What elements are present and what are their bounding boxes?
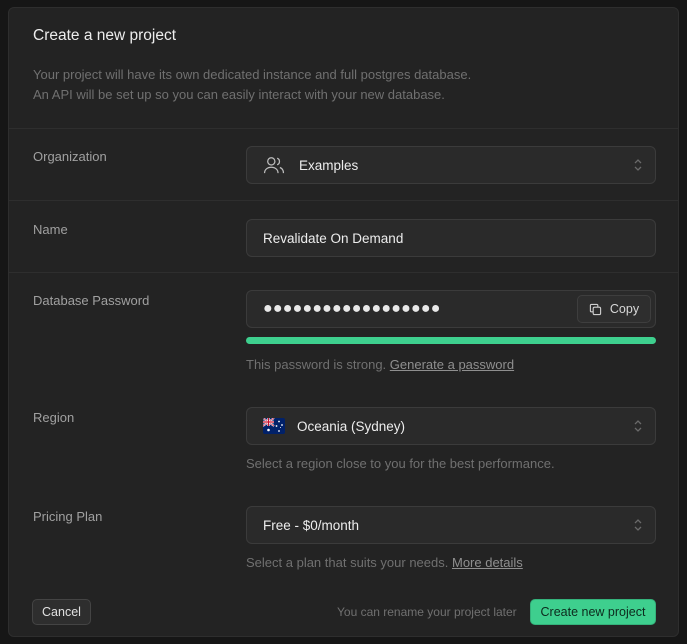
region-label: Region (33, 410, 75, 425)
divider (9, 200, 678, 201)
rename-note: You can rename your project later (337, 605, 517, 619)
password-input[interactable]: ●●●●●●●●●●●●●●●●●● Copy (246, 290, 656, 328)
create-project-dialog: Create a new project Your project will h… (8, 7, 679, 637)
password-strength-text: This password is strong. Generate a pass… (246, 357, 514, 372)
dialog-description: Your project will have its own dedicated… (33, 65, 471, 105)
password-strength-bar (246, 337, 656, 344)
strength-message: This password is strong. (246, 357, 387, 372)
organization-value: Examples (299, 157, 359, 173)
project-name-value: Revalidate On Demand (263, 230, 404, 246)
divider (9, 272, 678, 273)
project-name-input[interactable]: Revalidate On Demand (246, 219, 656, 257)
pricing-plan-value: Free - $0/month (263, 517, 360, 533)
region-help: Select a region close to you for the bes… (246, 456, 555, 471)
create-project-button[interactable]: Create new project (530, 599, 656, 625)
copy-label: Copy (609, 302, 640, 316)
region-select[interactable]: Oceania (Sydney) (246, 407, 656, 445)
copy-password-button[interactable]: Copy (577, 295, 651, 323)
divider (9, 128, 678, 129)
users-icon (263, 157, 285, 174)
organization-select[interactable]: Examples (246, 146, 656, 184)
pricing-plan-label: Pricing Plan (33, 509, 103, 524)
description-line-1: Your project will have its own dedicated… (33, 67, 472, 82)
copy-icon (589, 303, 602, 315)
australia-flag-icon (263, 418, 285, 434)
pricing-plan-select[interactable]: Free - $0/month (246, 506, 656, 544)
cancel-button[interactable]: Cancel (32, 599, 91, 625)
password-value: ●●●●●●●●●●●●●●●●●● (263, 300, 441, 317)
chevron-up-down-icon (634, 519, 642, 531)
dialog-title: Create a new project (33, 27, 177, 44)
more-details-link[interactable]: More details (452, 555, 523, 570)
organization-label: Organization (33, 149, 107, 164)
pricing-plan-help: Select a plan that suits your needs. Mor… (246, 555, 523, 570)
generate-password-link[interactable]: Generate a password (390, 357, 514, 372)
plan-help-text: Select a plan that suits your needs. (246, 555, 449, 570)
password-label: Database Password (33, 293, 150, 308)
chevron-up-down-icon (634, 159, 642, 171)
description-line-2: An API will be set up so you can easily … (33, 87, 445, 102)
chevron-up-down-icon (634, 420, 642, 432)
region-value: Oceania (Sydney) (297, 418, 406, 434)
name-label: Name (33, 222, 68, 237)
